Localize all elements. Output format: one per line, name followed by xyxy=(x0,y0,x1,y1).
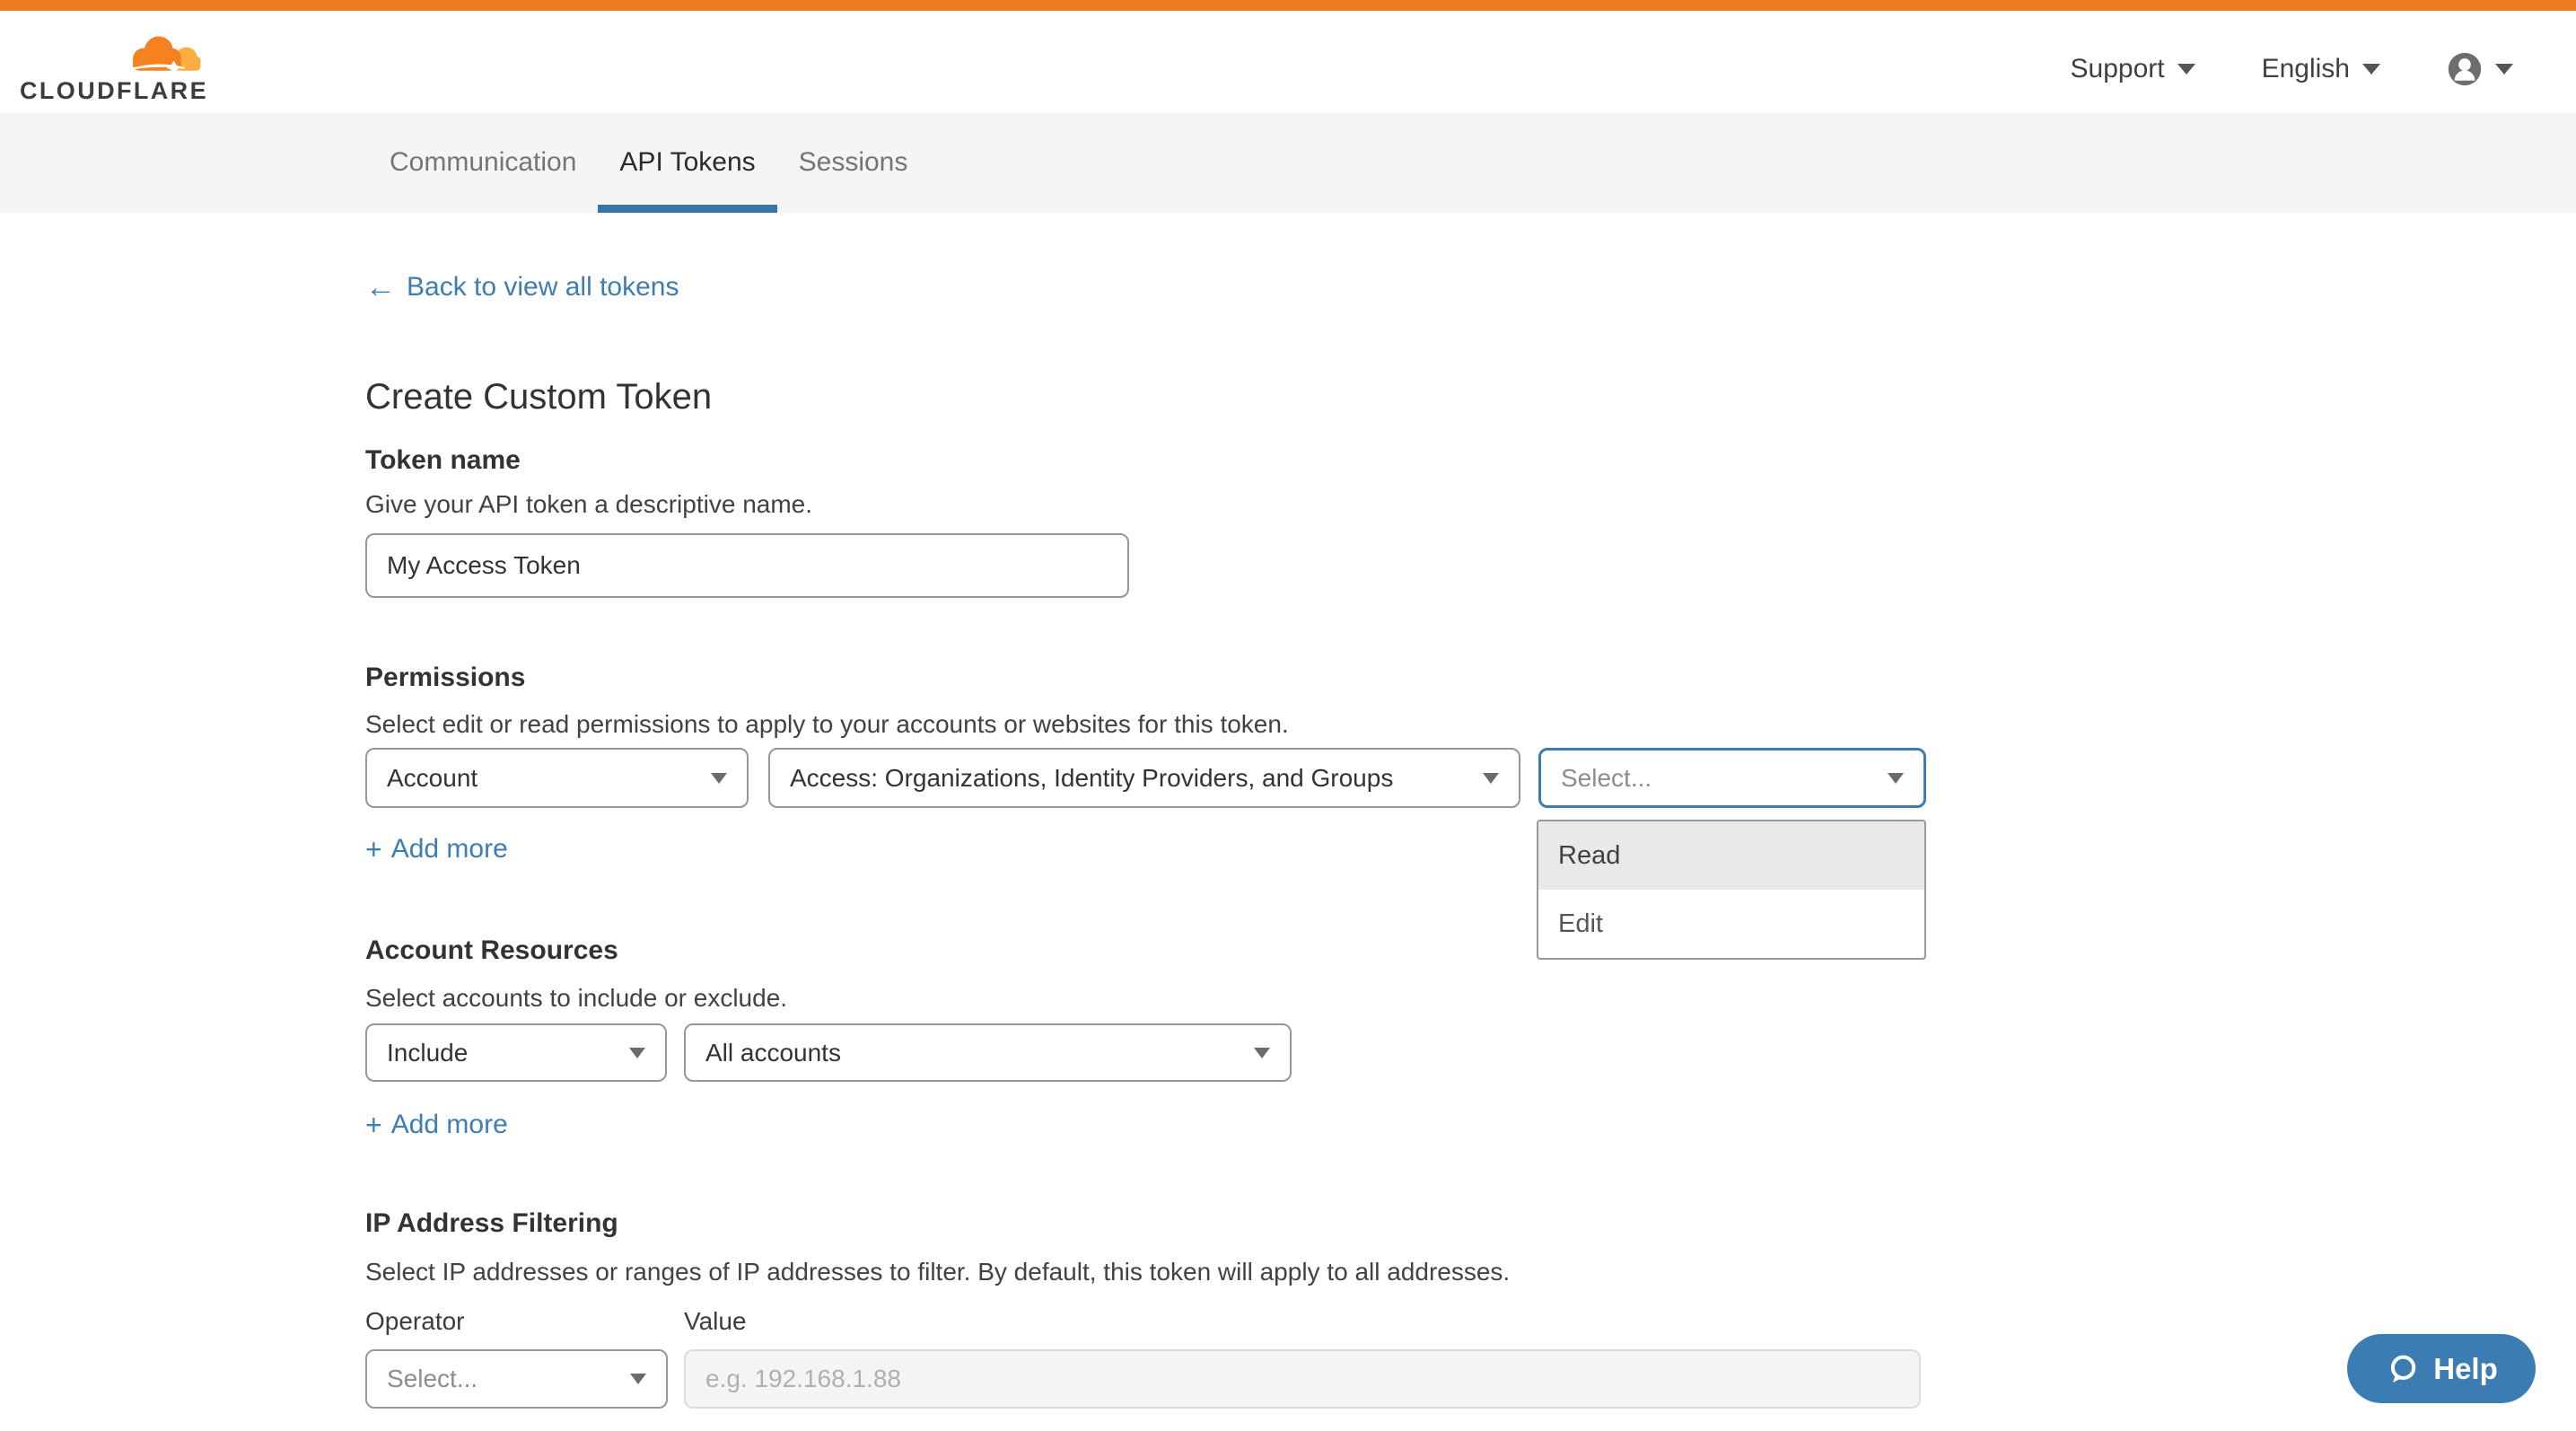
value-label: Value xyxy=(684,1307,747,1336)
chevron-down-icon xyxy=(2362,64,2380,75)
account-scope-value: All accounts xyxy=(705,1039,841,1067)
cloudflare-cloud-icon xyxy=(115,31,212,79)
ip-filtering-description: Select IP addresses or ranges of IP addr… xyxy=(365,1258,1510,1286)
account-resources-heading: Account Resources xyxy=(365,935,618,966)
account-resources-description: Select accounts to include or exclude. xyxy=(365,984,787,1013)
support-label: Support xyxy=(2071,54,2165,84)
tab-api-tokens[interactable]: API Tokens xyxy=(598,112,776,213)
chevron-down-icon xyxy=(1483,773,1499,784)
chevron-down-icon xyxy=(1888,773,1904,784)
brand-accent-bar xyxy=(0,0,2576,11)
account-include-select[interactable]: Include xyxy=(365,1023,667,1082)
token-name-input[interactable] xyxy=(365,533,1129,598)
permission-scope-value: Account xyxy=(387,764,478,793)
tab-sessions[interactable]: Sessions xyxy=(777,112,930,213)
help-button[interactable]: Help xyxy=(2347,1334,2536,1403)
permissions-add-more-link[interactable]: + Add more xyxy=(365,834,508,865)
permission-scope-select[interactable]: Account xyxy=(365,748,749,808)
back-arrow-icon: ← xyxy=(365,272,396,303)
add-more-label: Add more xyxy=(391,834,508,865)
dropdown-option-read[interactable]: Read xyxy=(1538,821,1924,890)
user-avatar-icon xyxy=(2447,51,2483,87)
account-resources-add-more-link[interactable]: + Add more xyxy=(365,1110,508,1140)
back-link-label: Back to view all tokens xyxy=(407,272,679,303)
account-include-value: Include xyxy=(387,1039,468,1067)
chevron-down-icon xyxy=(1254,1048,1270,1058)
permission-resource-value: Access: Organizations, Identity Provider… xyxy=(790,764,1393,793)
permission-level-placeholder: Select... xyxy=(1561,764,1652,793)
dropdown-option-edit[interactable]: Edit xyxy=(1538,890,1924,958)
plus-icon: + xyxy=(365,1111,382,1139)
permission-level-dropdown: Read Edit xyxy=(1537,820,1926,960)
language-menu[interactable]: English xyxy=(2262,54,2380,84)
token-name-heading: Token name xyxy=(365,445,521,476)
chevron-down-icon xyxy=(2177,64,2195,75)
ip-filtering-heading: IP Address Filtering xyxy=(365,1208,618,1239)
app-header: CLOUDFLARE Support English xyxy=(0,11,2576,112)
token-name-description: Give your API token a descriptive name. xyxy=(365,490,812,519)
chevron-down-icon xyxy=(2495,64,2513,75)
chevron-down-icon xyxy=(630,1374,646,1384)
permission-level-select[interactable]: Select... xyxy=(1538,748,1926,808)
permissions-heading: Permissions xyxy=(365,663,525,693)
ip-operator-placeholder: Select... xyxy=(387,1365,478,1393)
ip-operator-select[interactable]: Select... xyxy=(365,1349,668,1409)
language-label: English xyxy=(2262,54,2350,84)
support-menu[interactable]: Support xyxy=(2071,54,2195,84)
back-to-tokens-link[interactable]: ← Back to view all tokens xyxy=(365,272,679,303)
operator-label: Operator xyxy=(365,1307,465,1336)
profile-tab-bar: Communication API Tokens Sessions xyxy=(0,112,2576,213)
cloudflare-wordmark: CLOUDFLARE xyxy=(20,77,212,105)
cloudflare-logo[interactable]: CLOUDFLARE xyxy=(20,20,212,105)
chat-bubble-icon xyxy=(2385,1351,2421,1387)
chevron-down-icon xyxy=(711,773,727,784)
permissions-description: Select edit or read permissions to apply… xyxy=(365,710,1289,739)
account-menu[interactable] xyxy=(2447,51,2513,87)
ip-value-input[interactable] xyxy=(684,1349,1921,1409)
chevron-down-icon xyxy=(629,1048,645,1058)
page-title: Create Custom Token xyxy=(365,377,712,417)
add-more-label: Add more xyxy=(391,1110,508,1140)
plus-icon: + xyxy=(365,835,382,864)
help-label: Help xyxy=(2433,1352,2498,1386)
permission-resource-select[interactable]: Access: Organizations, Identity Provider… xyxy=(768,748,1520,808)
tab-communication[interactable]: Communication xyxy=(368,112,598,213)
account-scope-select[interactable]: All accounts xyxy=(684,1023,1292,1082)
header-menus: Support English xyxy=(2071,45,2513,93)
